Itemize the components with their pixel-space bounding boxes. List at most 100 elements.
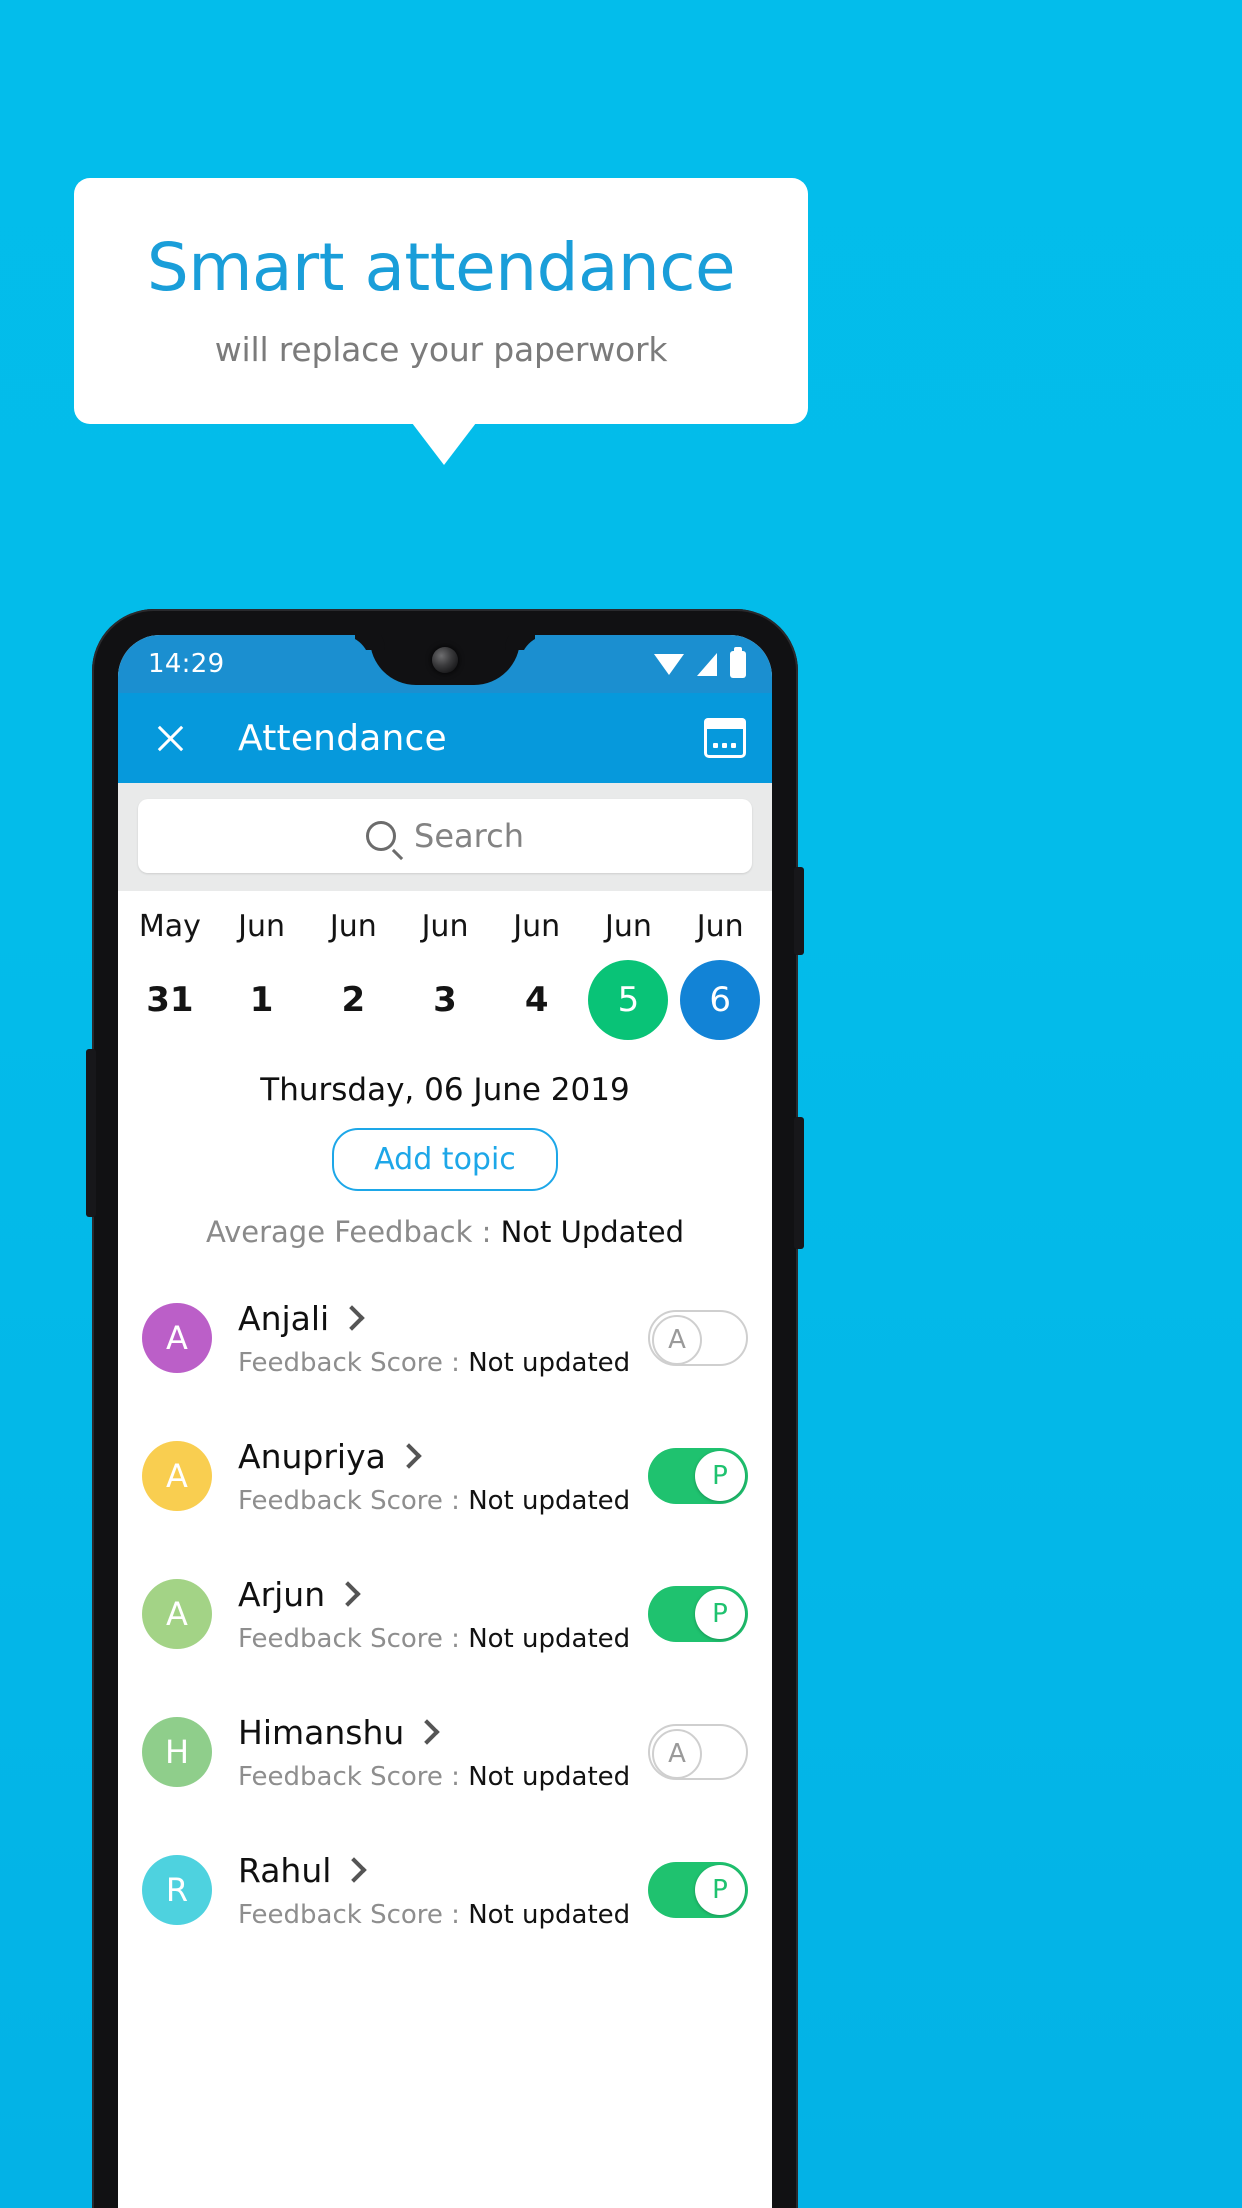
chevron-right-icon [396,1443,422,1469]
attendance-toggle[interactable]: A [648,1310,748,1366]
date-day: 1 [249,980,274,1020]
signal-icon [697,652,717,676]
student-name-row[interactable]: Anupriya [238,1437,648,1476]
calendar-icon[interactable] [704,718,746,758]
average-feedback-value: Not Updated [500,1215,685,1249]
feedback-score: Feedback Score : Not updated [238,1486,648,1516]
calendar-dots [713,743,736,748]
date-day-selected: 6 [680,960,761,1040]
avatar: A [142,1441,212,1511]
feedback-score: Feedback Score : Not updated [238,1900,648,1930]
feedback-score-label: Feedback Score : [238,1485,469,1516]
feedback-score-value: Not updated [468,1899,631,1930]
attendance-toggle[interactable]: P [648,1448,748,1504]
average-feedback-label: Average Feedback : [205,1215,501,1249]
status-clock: 14:29 [148,649,225,679]
date-day-today: 5 [588,960,669,1040]
front-camera-icon [432,647,458,673]
date-item-0[interactable]: May 31 [124,909,216,1040]
date-day: 2 [341,980,366,1020]
student-name: Himanshu [238,1712,405,1752]
date-day: 3 [433,980,457,1020]
chevron-right-icon [335,1581,361,1607]
phone-button-power [794,867,804,955]
feedback-score-value: Not updated [468,1623,631,1654]
student-info: Rahul Feedback Score : Not updated [238,1851,648,1930]
date-month: Jun [696,909,744,944]
feedback-score-label: Feedback Score : [238,1347,469,1378]
attendance-toggle[interactable]: P [648,1862,748,1918]
status-icons [654,646,746,678]
date-item-1[interactable]: Jun 1 [216,909,308,1040]
attendance-toggle[interactable]: P [648,1586,748,1642]
date-item-5[interactable]: Jun 5 [583,909,675,1040]
attendance-toggle-knob: A [652,1315,702,1365]
page-title: Attendance [238,717,447,759]
average-feedback: Average Feedback : Not Updated [118,1215,772,1249]
student-name-row[interactable]: Arjun [238,1575,648,1614]
date-item-4[interactable]: Jun 4 [491,909,583,1040]
date-strip: May 31 Jun 1 Jun 2 Jun 3 Jun 4 Jun 5 Jun… [118,891,772,1046]
callout-tail [412,423,476,465]
date-month: Jun [421,909,469,944]
list-item[interactable]: A Arjun Feedback Score : Not updated P [118,1545,772,1683]
student-name: Anupriya [238,1436,386,1476]
feedback-score-label: Feedback Score : [238,1761,469,1792]
battery-icon [730,646,746,678]
display-notch [370,635,520,685]
feedback-score-label: Feedback Score : [238,1623,469,1654]
date-month: May [138,909,201,944]
feedback-score: Feedback Score : Not updated [238,1762,648,1792]
student-info: Anupriya Feedback Score : Not updated [238,1437,648,1516]
student-name-row[interactable]: Rahul [238,1851,648,1890]
date-month: Jun [605,909,652,944]
add-topic-button[interactable]: Add topic [332,1128,558,1191]
list-item[interactable]: A Anjali Feedback Score : Not updated A [118,1269,772,1407]
close-icon[interactable] [148,716,192,760]
list-item[interactable]: H Himanshu Feedback Score : Not updated … [118,1683,772,1821]
promo-subtitle: will replace your paperwork [214,330,668,370]
date-item-6[interactable]: Jun 6 [674,909,766,1040]
search-bar-container: Search [118,783,772,891]
date-item-2[interactable]: Jun 2 [307,909,399,1040]
avatar: R [142,1855,212,1925]
student-info: Anjali Feedback Score : Not updated [238,1299,648,1378]
search-input[interactable]: Search [138,799,752,873]
list-item[interactable]: A Anupriya Feedback Score : Not updated … [118,1407,772,1545]
feedback-score-label: Feedback Score : [238,1899,469,1930]
date-month: Jun [513,909,561,944]
student-name-row[interactable]: Himanshu [238,1713,648,1752]
date-item-3[interactable]: Jun 3 [399,909,491,1040]
avatar: H [142,1717,212,1787]
promo-screenshot: Smart attendance will replace your paper… [0,0,1242,2208]
attendance-toggle-knob: P [695,1865,745,1915]
feedback-score-value: Not updated [468,1761,631,1792]
student-name: Rahul [238,1850,332,1890]
student-name-row[interactable]: Anjali [238,1299,648,1338]
attendance-toggle-knob: A [652,1729,702,1779]
avatar: A [142,1579,212,1649]
chevron-right-icon [339,1305,365,1331]
attendance-toggle-knob: P [695,1451,745,1501]
add-topic-row: Add topic [118,1128,772,1191]
search-icon [366,821,397,851]
list-item[interactable]: R Rahul Feedback Score : Not updated P [118,1821,772,1959]
date-month: Jun [329,909,377,944]
app-bar: Attendance [118,693,772,783]
date-day: 31 [146,980,194,1020]
feedback-score-value: Not updated [468,1347,631,1378]
attendance-toggle-knob: P [695,1589,745,1639]
phone-button-side [86,1049,96,1217]
feedback-score: Feedback Score : Not updated [238,1624,648,1654]
selected-date-label: Thursday, 06 June 2019 [260,1072,630,1108]
student-name: Arjun [238,1574,326,1614]
promo-title: Smart attendance [146,228,736,306]
status-bar: 14:29 [118,635,772,693]
avatar: A [142,1303,212,1373]
date-month: Jun [238,909,286,944]
wifi-icon [654,653,684,675]
feedback-score-value: Not updated [468,1485,631,1516]
attendance-toggle[interactable]: A [648,1724,748,1780]
student-name: Anjali [238,1298,330,1338]
student-info: Arjun Feedback Score : Not updated [238,1575,648,1654]
